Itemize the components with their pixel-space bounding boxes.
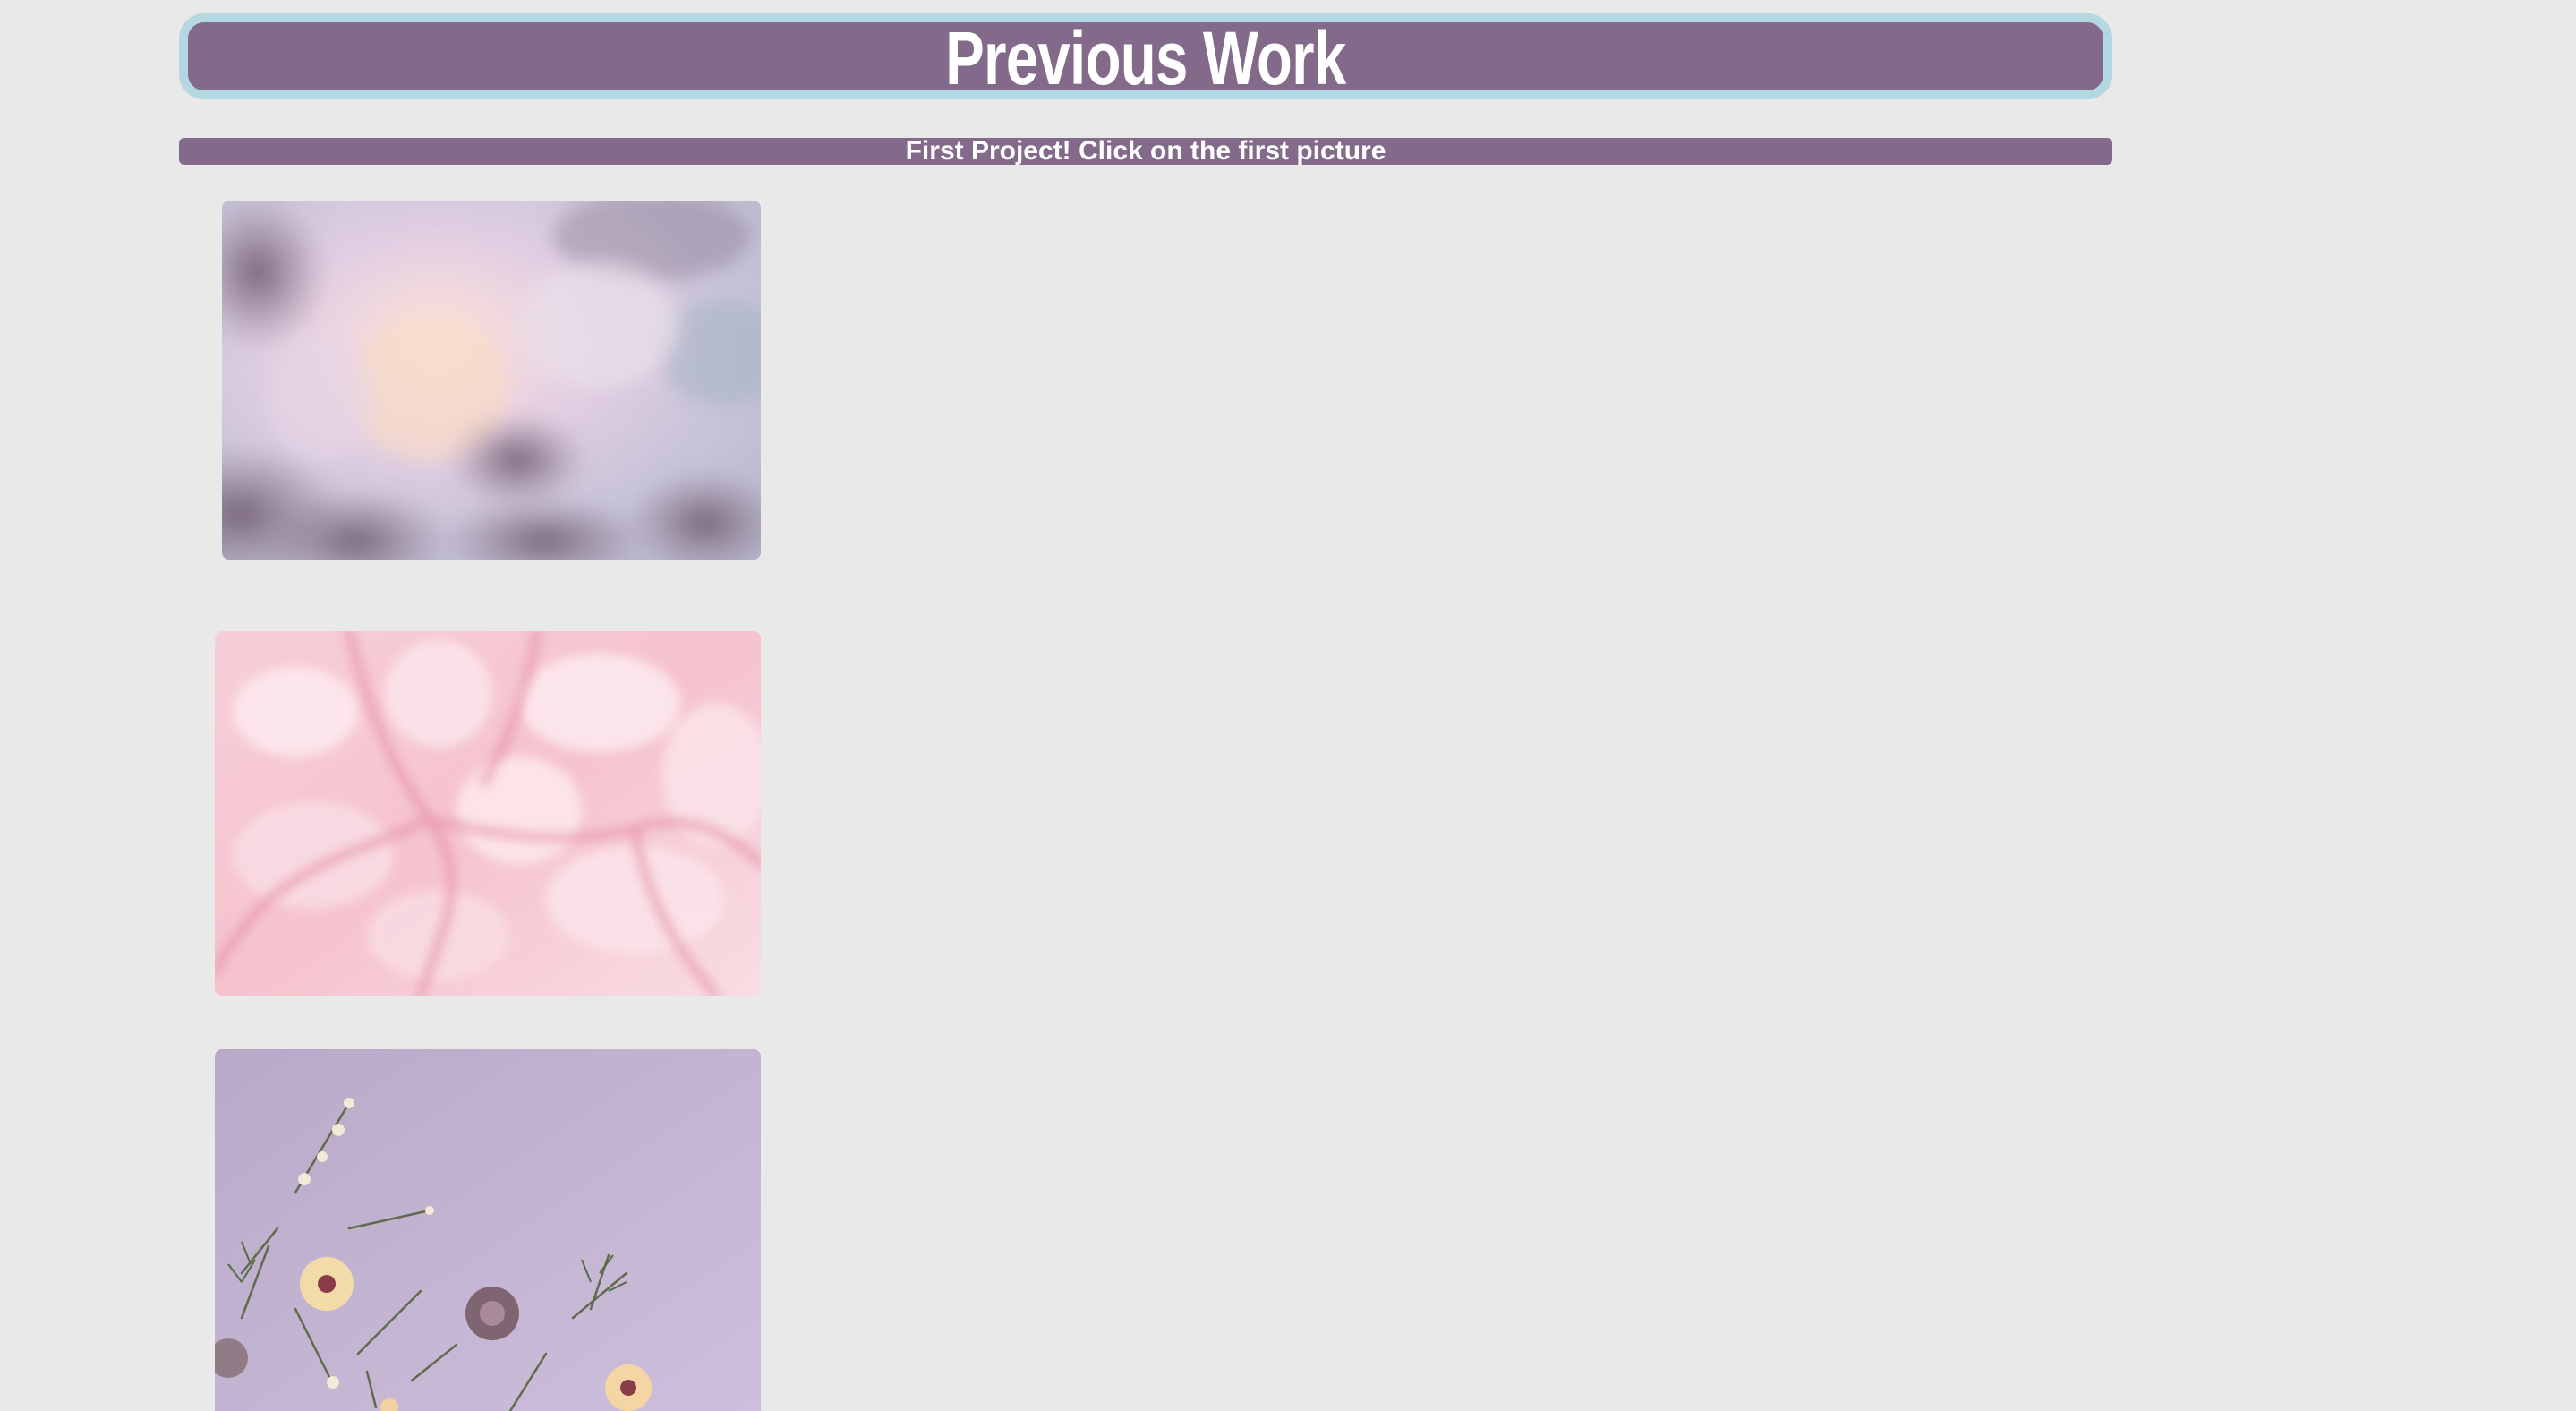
page: Previous Work First Project! Click on th… xyxy=(0,0,2576,1411)
page-title-banner: Previous Work xyxy=(179,13,2112,99)
page-title: Previous Work xyxy=(945,16,1346,100)
subtitle-text: First Project! Click on the first pictur… xyxy=(905,136,1386,166)
subtitle-banner: First Project! Click on the first pictur… xyxy=(179,138,2112,165)
project-image-clouds[interactable] xyxy=(222,201,761,560)
marble-picture xyxy=(215,631,761,996)
flowers-picture xyxy=(215,1049,761,1411)
project-image-flowers[interactable] xyxy=(215,1049,761,1411)
project-image-marble[interactable] xyxy=(215,631,761,996)
clouds-picture xyxy=(222,201,761,560)
